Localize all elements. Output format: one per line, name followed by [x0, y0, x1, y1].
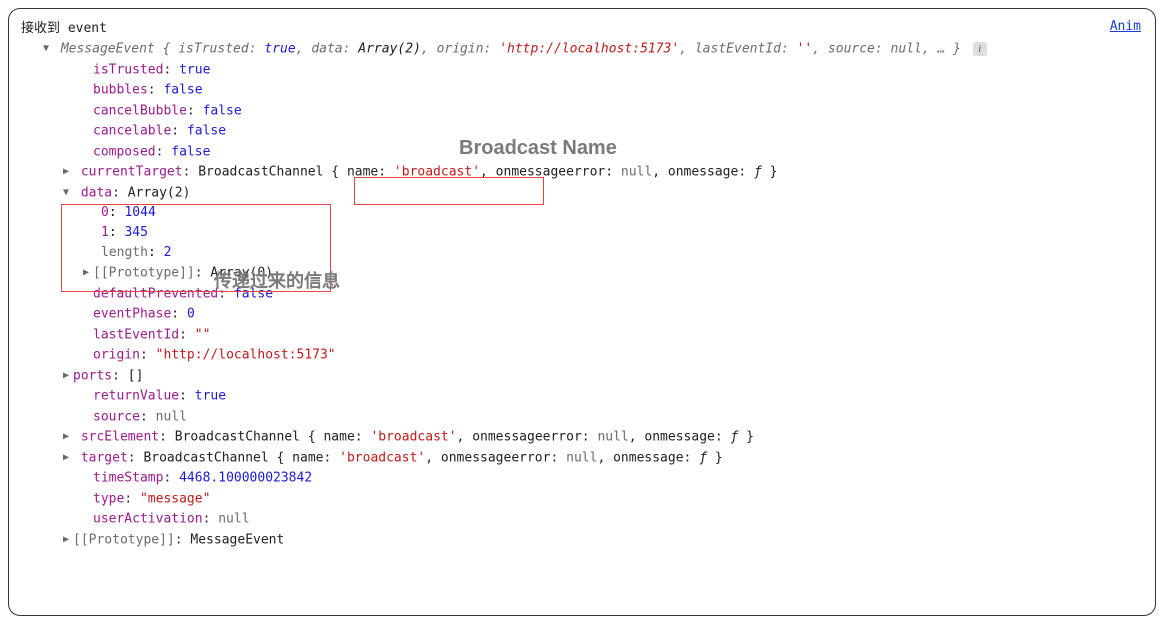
prop-row[interactable]: ▶timeStamp: 4468.100000023842: [21, 468, 1143, 489]
data-index-1[interactable]: 1: 345: [21, 223, 1143, 243]
annotation-label-broadcast-name: Broadcast Name: [459, 137, 617, 160]
info-icon[interactable]: i: [973, 42, 987, 56]
prop-row[interactable]: ▶source: null: [21, 407, 1143, 428]
log-title: 接收到 event: [21, 19, 1143, 39]
disclosure-down-icon[interactable]: ▼: [41, 39, 51, 59]
disclosure-right-icon[interactable]: ▶: [61, 530, 71, 550]
disclosure-right-icon[interactable]: ▶: [61, 366, 71, 386]
prop-row[interactable]: ▶returnValue: true: [21, 386, 1143, 407]
class-name: MessageEvent: [61, 42, 155, 57]
prop-row[interactable]: ▶type: "message": [21, 489, 1143, 510]
prop-row-ports[interactable]: ▶ports: []: [21, 366, 1143, 387]
disclosure-right-icon[interactable]: ▶: [61, 162, 71, 182]
summary-line[interactable]: ▼ MessageEvent { isTrusted: true, data: …: [21, 39, 1143, 60]
data-prototype[interactable]: ▶[[Prototype]]: Array(0): [21, 263, 1143, 284]
prop-row-current-target[interactable]: ▶ currentTarget: BroadcastChannel { name…: [21, 162, 1143, 183]
prop-row-src-element[interactable]: ▶ srcElement: BroadcastChannel { name: '…: [21, 427, 1143, 448]
disclosure-down-icon[interactable]: ▼: [61, 183, 71, 203]
prop-row[interactable]: ▶bubbles: false: [21, 80, 1143, 101]
console-panel: Anim 接收到 event ▼ MessageEvent { isTruste…: [8, 8, 1156, 616]
data-length[interactable]: length: 2: [21, 243, 1143, 263]
data-index-0[interactable]: 0: 1044: [21, 203, 1143, 223]
prop-row[interactable]: ▶eventPhase: 0: [21, 304, 1143, 325]
annotation-label-passed-info: 传递过来的信息: [214, 267, 340, 293]
prop-row[interactable]: ▶cancelBubble: false: [21, 101, 1143, 122]
prop-row[interactable]: ▶lastEventId: "": [21, 325, 1143, 346]
prop-row-target[interactable]: ▶ target: BroadcastChannel { name: 'broa…: [21, 448, 1143, 469]
disclosure-right-icon[interactable]: ▶: [81, 263, 91, 283]
disclosure-right-icon[interactable]: ▶: [61, 427, 71, 447]
prop-row[interactable]: ▶origin: "http://localhost:5173": [21, 345, 1143, 366]
prop-row[interactable]: ▶isTrusted: true: [21, 60, 1143, 81]
prop-row[interactable]: ▶defaultPrevented: false: [21, 284, 1143, 305]
prop-row-data[interactable]: ▼ data: Array(2): [21, 183, 1143, 204]
prop-row[interactable]: ▶userActivation: null: [21, 509, 1143, 530]
disclosure-right-icon[interactable]: ▶: [61, 448, 71, 468]
prototype-row[interactable]: ▶[[Prototype]]: MessageEvent: [21, 530, 1143, 551]
